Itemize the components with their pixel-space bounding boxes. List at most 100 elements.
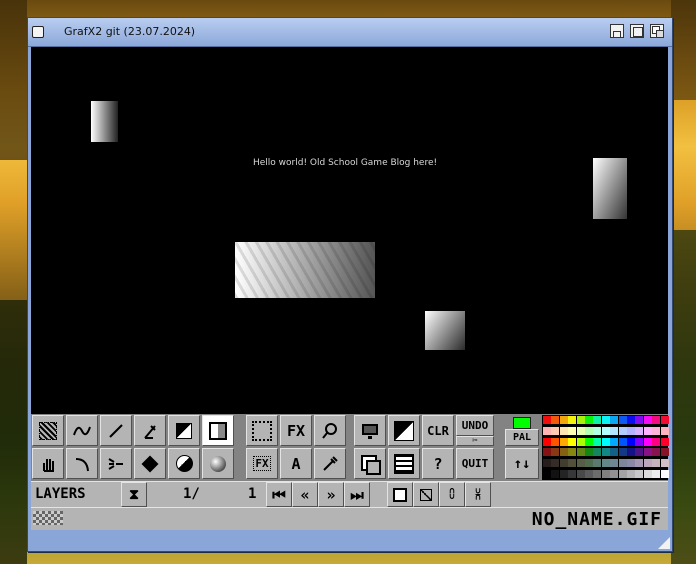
palette-swatch[interactable] — [593, 416, 602, 424]
palette-swatch[interactable] — [601, 470, 610, 478]
palette-swatch[interactable] — [601, 416, 610, 424]
filled-ellipse-tool[interactable] — [168, 448, 200, 479]
fx-button[interactable]: FX — [280, 415, 312, 446]
palette-swatch[interactable] — [585, 426, 593, 435]
palette-swatch[interactable] — [627, 437, 635, 446]
palette-swatch[interactable] — [652, 426, 661, 435]
palette-swatch[interactable] — [543, 470, 551, 478]
palette-swatch[interactable] — [618, 470, 627, 478]
help-button[interactable]: ? — [422, 448, 454, 479]
palette-swatch[interactable] — [652, 416, 661, 424]
next-layer-button[interactable]: » — [318, 482, 344, 507]
palette-swatch[interactable] — [559, 426, 568, 435]
close-button[interactable] — [32, 26, 44, 38]
depth-button[interactable] — [650, 24, 664, 38]
palette-swatch[interactable] — [551, 470, 560, 478]
palette-swatch[interactable] — [618, 416, 627, 424]
zoom-button[interactable] — [630, 24, 644, 38]
hourglass-button[interactable]: ⧗ — [121, 482, 147, 507]
palette-swatch[interactable] — [551, 416, 560, 424]
quit-button[interactable]: QUIT — [456, 448, 494, 479]
palette-swatch[interactable] — [568, 426, 577, 435]
palette-swatch[interactable] — [618, 426, 627, 435]
palette-swatch[interactable] — [643, 470, 652, 478]
filled-shape-tool[interactable] — [168, 415, 200, 446]
palette-swatch[interactable] — [551, 459, 560, 468]
palette-swatch[interactable] — [593, 448, 602, 457]
page-toggle-button[interactable] — [354, 448, 386, 479]
palette-swatch[interactable] — [627, 459, 635, 468]
palette-swatch[interactable] — [585, 416, 593, 424]
palette-swatch[interactable] — [660, 437, 669, 446]
palette-swatch[interactable] — [576, 426, 585, 435]
palette-swatch[interactable] — [551, 448, 560, 457]
palette-swatch[interactable] — [635, 470, 644, 478]
palette-swatch[interactable] — [643, 448, 652, 457]
load-save-button[interactable] — [388, 415, 420, 446]
first-layer-button[interactable]: ⏮ — [266, 482, 292, 507]
screen-settings-button[interactable] — [354, 415, 386, 446]
title-bar[interactable]: GrafX2 git (23.07.2024) — [28, 18, 672, 47]
palette-swatch[interactable] — [576, 448, 585, 457]
iconify-button[interactable] — [610, 24, 624, 38]
palette-swatch[interactable] — [652, 470, 661, 478]
clear-button[interactable]: CLR — [422, 415, 454, 446]
palette-swatch[interactable] — [585, 448, 593, 457]
palette-swatch[interactable] — [593, 470, 602, 478]
move-layer-button[interactable]: ⩈ — [465, 482, 491, 507]
palette-swatch[interactable] — [559, 459, 568, 468]
polybrush-tool[interactable]: FX — [246, 448, 278, 479]
palette-swatch[interactable] — [652, 459, 661, 468]
palette-swatch[interactable] — [635, 437, 644, 446]
settings-button[interactable] — [388, 448, 420, 479]
palette-swatch[interactable] — [618, 459, 627, 468]
curve-brush-tool[interactable] — [66, 415, 98, 446]
rectangle-tool[interactable] — [202, 415, 234, 446]
palette-swatch[interactable] — [610, 448, 619, 457]
palette-swatch[interactable] — [627, 426, 635, 435]
palette-button[interactable]: PAL — [505, 429, 539, 446]
text-tool[interactable]: A — [280, 448, 312, 479]
palette-swatch[interactable] — [576, 437, 585, 446]
hand-tool[interactable] — [32, 448, 64, 479]
palette-swatch[interactable] — [543, 437, 551, 446]
palette-swatch[interactable] — [660, 448, 669, 457]
palette-swatch[interactable] — [635, 416, 644, 424]
brush-select-tool[interactable] — [246, 415, 278, 446]
palette-swatch[interactable] — [551, 426, 560, 435]
palette-swatch[interactable] — [551, 437, 560, 446]
kill-button[interactable]: ✂ — [456, 436, 494, 446]
palette-swatch[interactable] — [543, 459, 551, 468]
palette-swatch[interactable] — [559, 437, 568, 446]
palette-swatch[interactable] — [660, 416, 669, 424]
palette-swatch[interactable] — [610, 426, 619, 435]
magnifier-tool[interactable] — [314, 415, 346, 446]
freehand-grid-tool[interactable] — [32, 415, 64, 446]
prev-layer-button[interactable]: « — [292, 482, 318, 507]
palette-swatch[interactable] — [576, 416, 585, 424]
palette-swatch[interactable] — [635, 448, 644, 457]
palette-swatch[interactable] — [643, 416, 652, 424]
palette-swatch[interactable] — [601, 459, 610, 468]
palette-swatch[interactable] — [568, 416, 577, 424]
palette-swatch[interactable] — [576, 470, 585, 478]
palette-swatch[interactable] — [585, 459, 593, 468]
palette-swatch[interactable] — [593, 426, 602, 435]
color-picker-tool[interactable] — [314, 448, 346, 479]
palette-swatch[interactable] — [543, 416, 551, 424]
palette-swatch[interactable] — [593, 459, 602, 468]
palette-swatch[interactable] — [652, 437, 661, 446]
palette-swatch[interactable] — [627, 416, 635, 424]
palette-swatch[interactable] — [601, 437, 610, 446]
palette-swatch[interactable] — [559, 470, 568, 478]
palette-swatch[interactable] — [601, 426, 610, 435]
palette-scroll-button[interactable]: ↑↓ — [505, 448, 539, 479]
merge-layer-button[interactable]: ⩇ — [439, 482, 465, 507]
line-tool[interactable] — [100, 415, 132, 446]
palette-swatch[interactable] — [585, 437, 593, 446]
palette-swatch[interactable] — [568, 470, 577, 478]
palette-swatch[interactable] — [543, 426, 551, 435]
palette-swatch[interactable] — [610, 437, 619, 446]
palette-swatch[interactable] — [585, 470, 593, 478]
palette-swatch[interactable] — [559, 448, 568, 457]
